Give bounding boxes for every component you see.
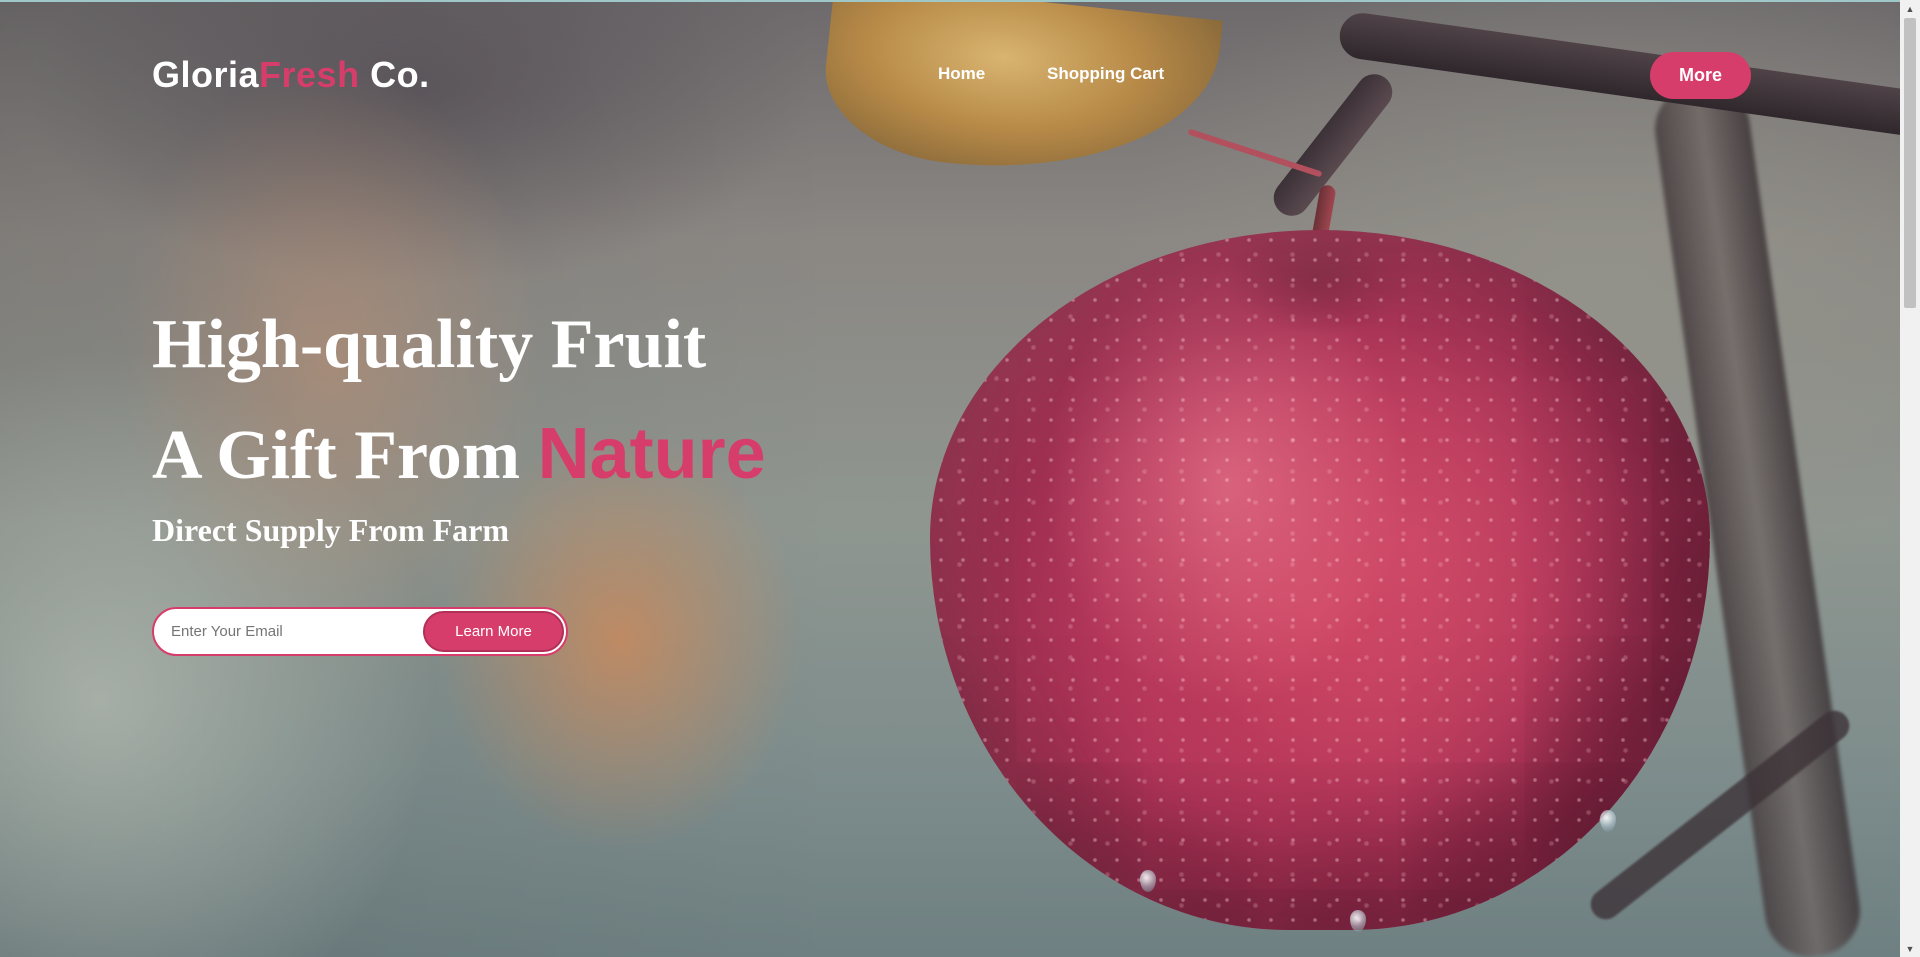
scrollbar-thumb[interactable] [1904, 18, 1916, 308]
nav-link-shopping-cart[interactable]: Shopping Cart [1047, 64, 1164, 84]
hero-headline-accent: Nature [537, 414, 766, 494]
scroll-up-arrow-icon[interactable]: ▲ [1900, 0, 1920, 17]
apple-stem [1311, 184, 1337, 241]
top-navigation-bar: GloriaFresh Co. Home Shopping Cart More [0, 0, 1900, 150]
more-button[interactable]: More [1650, 52, 1751, 99]
hero-headline-line1: High-quality Fruit [152, 306, 707, 383]
hero-headline-line2: A Gift From Nature [152, 413, 766, 496]
red-apple [930, 230, 1710, 930]
water-drop [1600, 810, 1616, 832]
nav-link-home[interactable]: Home [938, 64, 985, 84]
brand-name-accent: Fresh [259, 54, 360, 95]
vertical-scrollbar[interactable]: ▲ ▼ [1900, 0, 1920, 957]
email-input[interactable] [154, 609, 424, 654]
tree-branch-lower [1584, 704, 1856, 926]
hero-headline-prefix: A Gift From [152, 417, 538, 494]
tree-branch-vertical [1649, 77, 1866, 957]
water-drop [1140, 870, 1156, 892]
learn-more-button[interactable]: Learn More [423, 611, 564, 652]
water-drop [1350, 910, 1366, 932]
brand-logo[interactable]: GloriaFresh Co. [152, 54, 430, 96]
brand-name-part1: Gloria [152, 54, 260, 95]
brand-name-suffix: Co. [359, 54, 430, 95]
scroll-down-arrow-icon[interactable]: ▼ [1900, 940, 1920, 957]
email-signup-form: Learn More [152, 607, 568, 656]
hero-subheadline: Direct Supply From Farm [152, 512, 509, 548]
